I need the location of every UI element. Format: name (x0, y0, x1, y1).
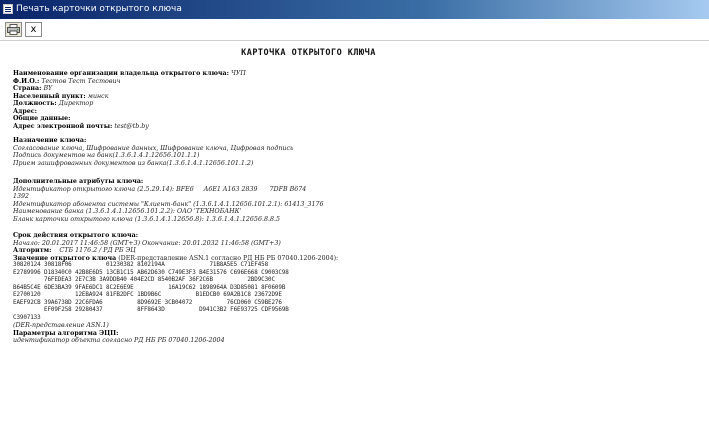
owner-info: Наименование организации владельца откры… (13, 70, 703, 130)
owner-field: Должность: Директор (13, 100, 94, 107)
params-line: идентификатор объекта согласно РД НБ РБ … (13, 337, 225, 344)
document-area[interactable]: КАРТОЧКА ОТКРЫТОГО КЛЮЧА Наименование ор… (0, 42, 709, 421)
owner-field: Ф.И.О.: Тестов Тест Тестович (13, 77, 121, 85)
printer-icon (7, 24, 20, 35)
section-heading: Дополнительные атрибуты ключа: (13, 178, 144, 185)
owner-field: Адрес электронной почты: test@tb.by (13, 122, 149, 130)
key-hex-row: B64B5C4E 6DE3BA39 9FAE6DC1 8C2E6E9E 16A1… (13, 284, 286, 291)
owner-field: Страна: BY (13, 85, 53, 92)
validity-section: Срок действия открытого ключа: Начало: 2… (13, 232, 703, 345)
key-hex-row: EF09F258 29280437 8FF8643D D941C3B2 F6E9… (13, 307, 289, 313)
validity-period: Начало: 20.01.2017 11:46:58 (GMT+3) Окон… (13, 239, 281, 247)
key-attributes-section: Дополнительные атрибуты ключа: Идентифик… (13, 178, 703, 223)
close-button[interactable]: x (25, 22, 42, 37)
attribute-line: Идентификатор абонента системы "Клиент-б… (13, 200, 324, 208)
purpose-line: Прием зашифрованных документов из банка(… (13, 159, 254, 167)
owner-field: Наименование организации владельца откры… (13, 70, 246, 77)
owner-field: Населенный пункт: минск (13, 92, 109, 100)
attribute-line: Идентификатор открытого ключа (2.5.29.14… (13, 185, 307, 193)
key-hex-row: 30820124 30818F06 01230382 8102194A 71B8… (13, 262, 269, 268)
attribute-line: 1392 (13, 193, 30, 200)
key-hex-row: C3907133 (13, 314, 41, 321)
owner-field: Адрес: (13, 107, 37, 115)
attribute-line: Бланк карточки открытого ключа (1.3.6.1.… (13, 215, 280, 223)
algorithm-field: Алгоритм: СТБ 1176.2 / РД РБ ЭЦ (13, 247, 136, 254)
window-titlebar: Печать карточки открытого ключа (0, 0, 709, 19)
key-hex-row: E2700120 12EBA924 81FB2DFC 1BD9B6C B1EDC… (13, 292, 282, 298)
purpose-line: Подпись документов на банк(1.3.6.1.4.1.1… (13, 152, 200, 159)
toolbar: x (0, 19, 709, 41)
section-heading: Срок действия открытого ключа: (13, 232, 139, 239)
close-icon: x (30, 23, 37, 35)
document-icon (3, 4, 13, 14)
purpose-line: Согласование ключа, Шифрование данных, Ш… (13, 144, 294, 152)
page-title: КАРТОЧКА ОТКРЫТОГО КЛЮЧА (241, 48, 376, 58)
attribute-line: Наименование банка (1.3.6.1.4.1.12656.10… (13, 208, 242, 215)
key-value-heading: Значение открытого ключа (DER-представле… (13, 254, 339, 262)
key-hex-row: 76FEDEA3 2E7C3B 3A9DDB40 404E2CD 8540B2A… (13, 277, 275, 283)
owner-field: Общие данные: (13, 115, 71, 122)
key-hex-row: E2789996 D18340C0 42B8E6D5 13CB1C15 AB62… (13, 269, 289, 276)
print-button[interactable] (5, 22, 22, 37)
key-hex-row: EAEF92CB 39A6738D 22C6FDA6 8D9692E 3CB04… (13, 299, 282, 306)
window-title: Печать карточки открытого ключа (16, 4, 182, 14)
section-heading: Назначение ключа: (13, 137, 87, 144)
der-note: (DER-представление ASN.1) (13, 322, 109, 329)
key-purpose-section: Назначение ключа: Согласование ключа, Ши… (13, 137, 703, 167)
section-heading: Параметры алгоритма ЭЦП: (13, 329, 119, 337)
